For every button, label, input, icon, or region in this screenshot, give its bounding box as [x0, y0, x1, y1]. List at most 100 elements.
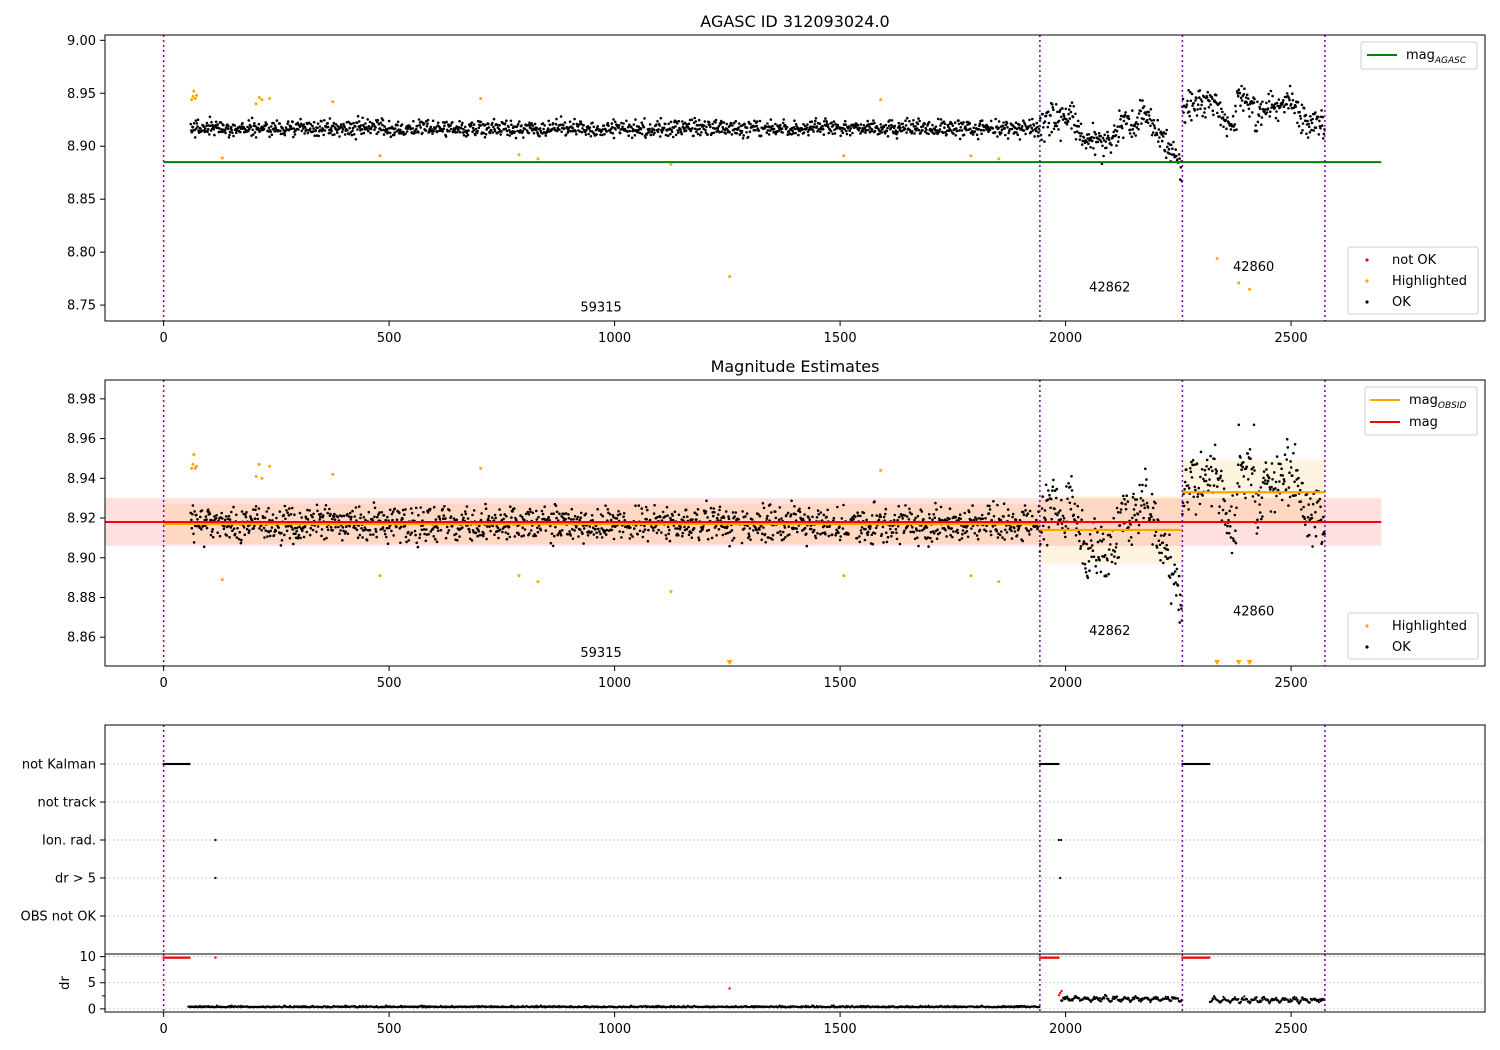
ok-point	[993, 131, 997, 134]
ok-point	[818, 122, 822, 125]
ok-point	[1264, 461, 1268, 464]
ok-point	[435, 540, 439, 544]
ok-point	[1194, 513, 1198, 516]
ok-point	[558, 512, 561, 516]
ok-point	[569, 518, 573, 521]
ok-point	[978, 122, 982, 125]
ok-point	[1284, 488, 1288, 491]
ok-point	[351, 126, 355, 130]
ok-point	[263, 516, 267, 519]
ok-point	[1127, 115, 1130, 118]
ok-point	[1074, 138, 1078, 141]
ok-point	[1059, 139, 1062, 143]
highlighted-point	[669, 590, 673, 594]
ok-point	[487, 126, 491, 129]
ok-point	[758, 514, 762, 518]
ok-point	[382, 133, 386, 136]
ok-point	[222, 123, 225, 127]
ok-point	[498, 508, 501, 511]
ok-point	[1320, 540, 1324, 544]
ok-point	[731, 511, 735, 514]
ok-point	[202, 545, 206, 549]
ok-point	[516, 123, 520, 126]
ok-point	[364, 528, 368, 531]
ok-point	[348, 511, 352, 515]
ok-point	[1203, 107, 1207, 110]
ok-point	[903, 127, 907, 130]
ok-point	[1052, 108, 1055, 111]
ok-point	[376, 515, 379, 519]
ok-point	[917, 117, 920, 120]
ok-point	[567, 513, 570, 516]
ok-point	[633, 527, 636, 530]
ok-point	[219, 121, 223, 124]
ok-point	[856, 514, 860, 517]
ok-point	[578, 528, 582, 531]
ok-point	[1107, 572, 1110, 576]
ok-point	[1120, 126, 1124, 130]
ok-point	[877, 518, 881, 522]
ok-point	[1200, 468, 1204, 471]
ok-point	[617, 126, 620, 130]
ok-point	[1319, 518, 1323, 522]
ok-point	[838, 538, 842, 542]
ok-point	[510, 123, 513, 126]
ok-point	[1183, 480, 1187, 484]
ok-point	[780, 127, 784, 130]
ok-point	[1043, 509, 1047, 512]
ok-point	[539, 528, 543, 532]
ok-point	[293, 526, 297, 530]
ok-point	[1096, 531, 1099, 534]
ok-point	[254, 136, 258, 139]
ok-point	[916, 122, 920, 126]
ok-point	[1226, 116, 1229, 119]
ok-point	[854, 515, 857, 519]
ok-point	[961, 532, 964, 536]
ok-point	[1136, 123, 1140, 126]
ok-point	[1149, 107, 1153, 111]
ok-point	[1106, 558, 1109, 562]
ok-point	[1061, 514, 1065, 518]
ok-point	[1227, 531, 1231, 535]
ok-point	[434, 518, 438, 521]
ok-point	[1265, 111, 1269, 114]
ok-point	[771, 538, 774, 541]
ok-point	[337, 525, 340, 529]
ok-point	[1055, 124, 1059, 128]
ok-point	[1236, 482, 1239, 485]
ok-point	[1253, 500, 1257, 503]
ok-point	[1153, 534, 1157, 537]
ok-point	[988, 504, 991, 508]
ok-point	[1065, 123, 1069, 126]
highlighted-legend-label-2: Highlighted	[1392, 619, 1467, 634]
ok-point	[246, 125, 249, 129]
highlighted-point	[331, 100, 335, 104]
ok-point	[375, 535, 379, 539]
ok-point	[807, 516, 810, 519]
ok-point	[416, 545, 420, 549]
ok-point	[223, 128, 227, 132]
ok-point	[636, 131, 639, 134]
ok-point	[1137, 112, 1141, 115]
ok-point	[615, 517, 619, 520]
ok-point	[206, 508, 210, 512]
ok-point	[491, 121, 494, 125]
ok-point	[1285, 92, 1289, 95]
ok-point	[1186, 99, 1189, 103]
ok-point	[316, 509, 319, 513]
ok-point	[232, 505, 235, 509]
ok-point	[1212, 484, 1216, 487]
ok-point	[320, 120, 323, 123]
ok-point	[393, 131, 397, 134]
ok-point	[1109, 151, 1113, 154]
ok-point	[1251, 472, 1254, 475]
ok-point	[372, 501, 376, 504]
ok-point	[356, 114, 360, 118]
ok-point	[227, 514, 231, 518]
ok-point	[681, 534, 684, 538]
ok-point	[757, 129, 761, 132]
ok-point	[595, 133, 598, 136]
ok-point	[867, 128, 870, 132]
ok-point	[858, 540, 862, 544]
ok-point	[551, 544, 555, 548]
